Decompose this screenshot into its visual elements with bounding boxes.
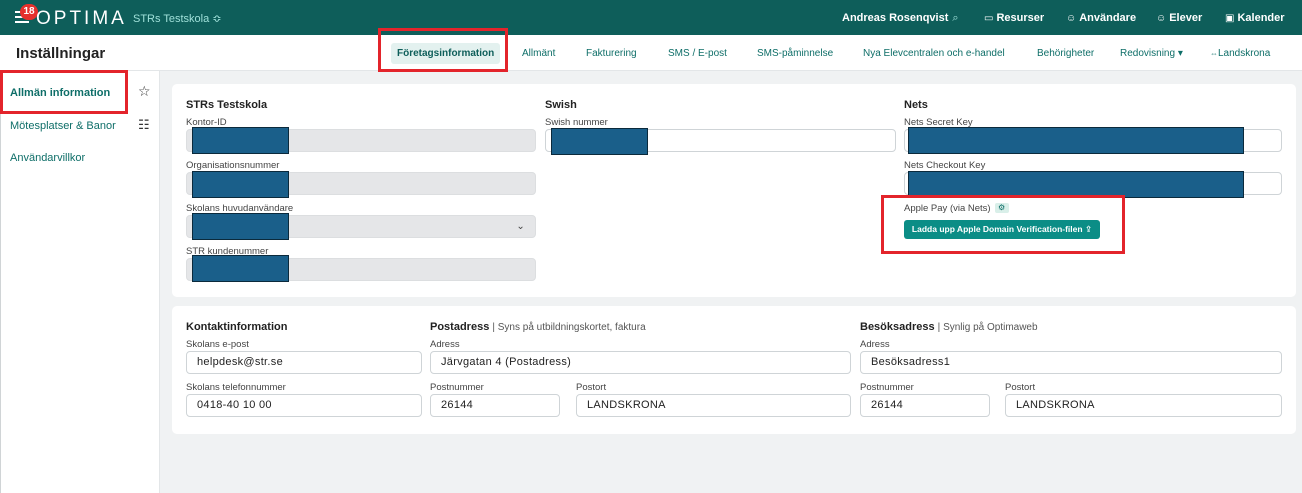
redacted-value [192, 255, 289, 282]
tab-sms-epost[interactable]: SMS / E-post [668, 48, 727, 59]
chevron-down-icon: ⌄ [516, 221, 525, 232]
nav-kalender[interactable]: ▣ Kalender [1225, 12, 1285, 24]
nav-elever[interactable]: ☺ Elever [1156, 12, 1202, 24]
tab-elevcentralen[interactable]: Nya Elevcentralen och e-handel [863, 48, 1005, 59]
user-icon: ☺ [1066, 13, 1077, 24]
visit-title: Besöksadress | Synlig på Optimaweb [860, 321, 1038, 333]
visit-zip-input[interactable]: 26144 [860, 394, 990, 417]
redacted-value [192, 213, 289, 240]
phone-input[interactable]: 0418-40 10 00 [186, 394, 422, 417]
redacted-value [192, 171, 289, 198]
nets-checkout-label: Nets Checkout Key [904, 160, 986, 171]
visit-address-label: Adress [860, 339, 890, 350]
visit-zip-label: Postnummer [860, 382, 914, 393]
top-bar: 18 OPTIMA STRs Testskola ≎ Andreas Rosen… [0, 0, 1302, 35]
settings-tabs-bar: Inställningar Företagsinformation Allmän… [0, 35, 1302, 71]
swish-number-label: Swish nummer [545, 117, 608, 128]
org-number-label: Organisationsnummer [186, 160, 280, 171]
tab-fakturering[interactable]: Fakturering [586, 48, 637, 59]
redacted-value [551, 128, 648, 155]
nets-title: Nets [904, 99, 928, 111]
link-icon: ⇔ [1210, 49, 1218, 58]
postal-zip-label: Postnummer [430, 382, 484, 393]
upload-icon: ⇪ [1084, 224, 1093, 234]
sidebar: Allmän information Mötesplatser & Banor … [0, 71, 160, 493]
tab-landskrona[interactable]: ⇔Landskrona [1210, 48, 1270, 59]
redacted-value [908, 127, 1244, 154]
tab-sms-paminnelse[interactable]: SMS-påminnelse [757, 48, 833, 59]
email-label: Skolans e-post [186, 339, 249, 350]
sidebar-item-motesplatser[interactable]: Mötesplatser & Banor [10, 120, 116, 132]
upload-apple-verification-button[interactable]: Ladda upp Apple Domain Verification-file… [904, 220, 1100, 239]
users-icon: ☺ [1156, 13, 1167, 24]
sidebar-item-anvandarvillkor[interactable]: Användarvillkor [10, 152, 85, 164]
settings-icon[interactable]: ⚙ [994, 203, 1009, 214]
redacted-value [192, 127, 289, 154]
tab-allmant[interactable]: Allmänt [522, 48, 555, 59]
swish-title: Swish [545, 99, 577, 111]
email-input[interactable]: helpdesk@str.se [186, 351, 422, 374]
briefcase-icon: ▭ [984, 13, 994, 24]
sidebar-item-allman-information[interactable]: Allmän information [10, 87, 110, 99]
visit-address-input[interactable]: Besöksadress1 [860, 351, 1282, 374]
tab-foretagsinformation[interactable]: Företagsinformation [391, 43, 501, 64]
postal-address-label: Adress [430, 339, 460, 350]
page-title: Inställningar [16, 45, 106, 62]
postal-address-input[interactable]: Järvgatan 4 (Postadress) [430, 351, 851, 374]
postal-city-label: Postort [576, 382, 607, 393]
visit-city-input[interactable]: LANDSKRONA [1005, 394, 1282, 417]
apple-pay-label: Apple Pay (via Nets) ⚙ [904, 203, 1009, 214]
contact-title: Kontaktinformation [186, 321, 288, 333]
optima-logo[interactable]: OPTIMA [36, 8, 127, 30]
postal-city-input[interactable]: LANDSKRONA [576, 394, 851, 417]
star-icon[interactable]: ☆ [138, 83, 151, 100]
nav-resurser[interactable]: ▭ Resurser [984, 12, 1044, 24]
search-icon[interactable]: ⌕ [952, 12, 958, 24]
postal-zip-input[interactable]: 26144 [430, 394, 560, 417]
calendar-icon: ▣ [1225, 13, 1235, 24]
tab-behorigheter[interactable]: Behörigheter [1037, 48, 1094, 59]
nav-anvandare[interactable]: ☺ Användare [1066, 12, 1136, 24]
visit-city-label: Postort [1005, 382, 1036, 393]
current-user[interactable]: Andreas Rosenqvist ⌕ [842, 12, 959, 25]
tab-redovisning[interactable]: Redovisning ▾ [1120, 48, 1183, 59]
redacted-value [908, 171, 1244, 198]
postal-title: Postadress | Syns på utbildningskortet, … [430, 321, 646, 333]
school-name: STRs Testskola [186, 99, 268, 111]
school-switcher[interactable]: STRs Testskola ≎ [133, 12, 221, 25]
list-icon[interactable]: ☷ [138, 117, 150, 133]
phone-label: Skolans telefonnummer [186, 382, 286, 393]
